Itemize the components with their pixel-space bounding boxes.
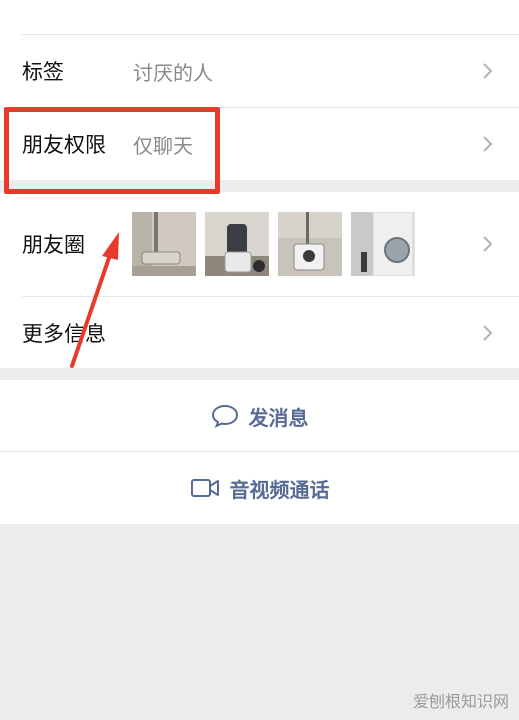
moments-label: 朋友圈 <box>22 233 85 257</box>
chevron-right-icon <box>479 235 497 253</box>
av-call-label: 音视频通话 <box>229 477 330 502</box>
moments-photo-3 <box>278 212 342 276</box>
more-info-label: 更多信息 <box>22 321 106 346</box>
moments-photo-1 <box>132 212 196 276</box>
send-message-label: 发消息 <box>248 405 309 430</box>
moments-photo-2 <box>205 212 269 276</box>
more-info-row[interactable]: 更多信息 <box>0 297 519 368</box>
moments-section: 朋友圈 更多信息 <box>0 192 519 368</box>
chevron-right-icon <box>479 62 497 80</box>
chevron-right-icon <box>479 135 497 153</box>
watermark: 爱刨根知识网 <box>412 692 509 711</box>
moments-thumbnails <box>132 212 422 276</box>
moments-row[interactable]: 朋友圈 <box>0 192 519 296</box>
send-message-button[interactable]: 发消息 <box>0 380 519 452</box>
tag-label: 标签 <box>22 60 64 84</box>
tag-value: 讨厌的人 <box>133 60 213 85</box>
actions-section: 发消息 音视频通话 <box>0 380 519 524</box>
chat-bubble-icon <box>211 404 239 428</box>
chevron-right-icon <box>479 324 497 342</box>
moments-photo-4 <box>351 212 415 276</box>
annotation-highlight-box <box>4 107 220 194</box>
video-camera-icon <box>190 477 220 499</box>
tag-row[interactable]: 标签 讨厌的人 <box>0 35 519 107</box>
av-call-button[interactable]: 音视频通话 <box>0 452 519 524</box>
